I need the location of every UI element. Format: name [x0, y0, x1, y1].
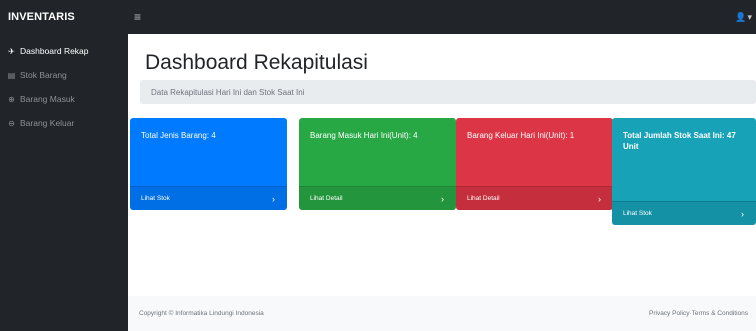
- footer-links: Privacy Policy · Terms & Conditions: [649, 310, 748, 317]
- hamburger-icon[interactable]: ≡: [134, 10, 141, 24]
- chevron-right-icon: ›: [441, 193, 444, 204]
- copyright-text: Copyright © Informatika Lindungi Indones…: [139, 310, 264, 317]
- sidebar-item-label: Barang Keluar: [20, 118, 75, 128]
- breadcrumb: Data Rekapitulasi Hari Ini dan Stok Saat…: [140, 80, 756, 104]
- page-footer: Copyright © Informatika Lindungi Indones…: [128, 296, 756, 331]
- privacy-policy-link[interactable]: Privacy Policy: [649, 310, 689, 317]
- sidebar-item-label: Dashboard Rekap: [20, 46, 89, 56]
- terms-link[interactable]: Terms & Conditions: [692, 310, 748, 317]
- card-link-label: Lihat Detail: [310, 195, 343, 202]
- circle-plus-icon: ⊕: [8, 94, 15, 104]
- sidebar: ✈ Dashboard Rekap ▤ Stok Barang ⊕ Barang…: [0, 34, 128, 331]
- main-content: Dashboard Rekapitulasi Data Rekapitulasi…: [128, 34, 756, 331]
- sidebar-item-label: Stok Barang: [20, 70, 67, 80]
- lihat-stok-total-link[interactable]: Lihat Stok ›: [612, 201, 756, 225]
- lihat-detail-masuk-link[interactable]: Lihat Detail ›: [299, 186, 456, 210]
- sidebar-item-stok-barang[interactable]: ▤ Stok Barang: [0, 65, 128, 85]
- card-barang-masuk: Barang Masuk Hari Ini(Unit): 4 Lihat Det…: [299, 118, 456, 210]
- breadcrumb-text: Data Rekapitulasi Hari Ini dan Stok Saat…: [151, 87, 305, 97]
- chevron-right-icon: ›: [272, 193, 275, 204]
- top-navbar: INVENTARIS ≡ 👤 ▾: [0, 0, 756, 34]
- circle-minus-icon: ⊖: [8, 118, 15, 128]
- card-text: Barang Masuk Hari Ini(Unit): 4: [310, 131, 418, 140]
- chevron-down-icon: ▾: [747, 11, 752, 22]
- lihat-stok-link[interactable]: Lihat Stok ›: [130, 186, 287, 210]
- dashboard-icon: ✈: [8, 46, 15, 56]
- card-text: Total Jenis Barang: 4: [141, 131, 216, 140]
- chevron-right-icon: ›: [741, 208, 744, 219]
- sidebar-item-dashboard-rekap[interactable]: ✈ Dashboard Rekap: [0, 41, 128, 61]
- card-link-label: Lihat Stok: [623, 210, 652, 217]
- card-text: Total Jumlah Stok Saat Ini: 47 Unit: [623, 131, 736, 151]
- chevron-right-icon: ›: [598, 193, 601, 204]
- user-dropdown[interactable]: 👤 ▾: [735, 0, 752, 34]
- user-icon: 👤: [735, 11, 747, 22]
- sidebar-item-barang-keluar[interactable]: ⊖ Barang Keluar: [0, 113, 128, 133]
- sidebar-item-barang-masuk[interactable]: ⊕ Barang Masuk: [0, 89, 128, 109]
- lihat-detail-keluar-link[interactable]: Lihat Detail ›: [456, 186, 613, 210]
- card-total-stok: Total Jumlah Stok Saat Ini: 47 Unit Liha…: [612, 118, 756, 225]
- card-link-label: Lihat Detail: [467, 195, 500, 202]
- brand-logo[interactable]: INVENTARIS: [0, 0, 128, 34]
- card-link-label: Lihat Stok: [141, 195, 170, 202]
- sidebar-item-label: Barang Masuk: [20, 94, 75, 104]
- card-barang-keluar: Barang Keluar Hari Ini(Unit): 1 Lihat De…: [456, 118, 613, 210]
- table-icon: ▤: [7, 70, 16, 80]
- page-title: Dashboard Rekapitulasi: [145, 51, 368, 74]
- card-total-jenis-barang: Total Jenis Barang: 4 Lihat Stok ›: [130, 118, 287, 210]
- card-text: Barang Keluar Hari Ini(Unit): 1: [467, 131, 575, 140]
